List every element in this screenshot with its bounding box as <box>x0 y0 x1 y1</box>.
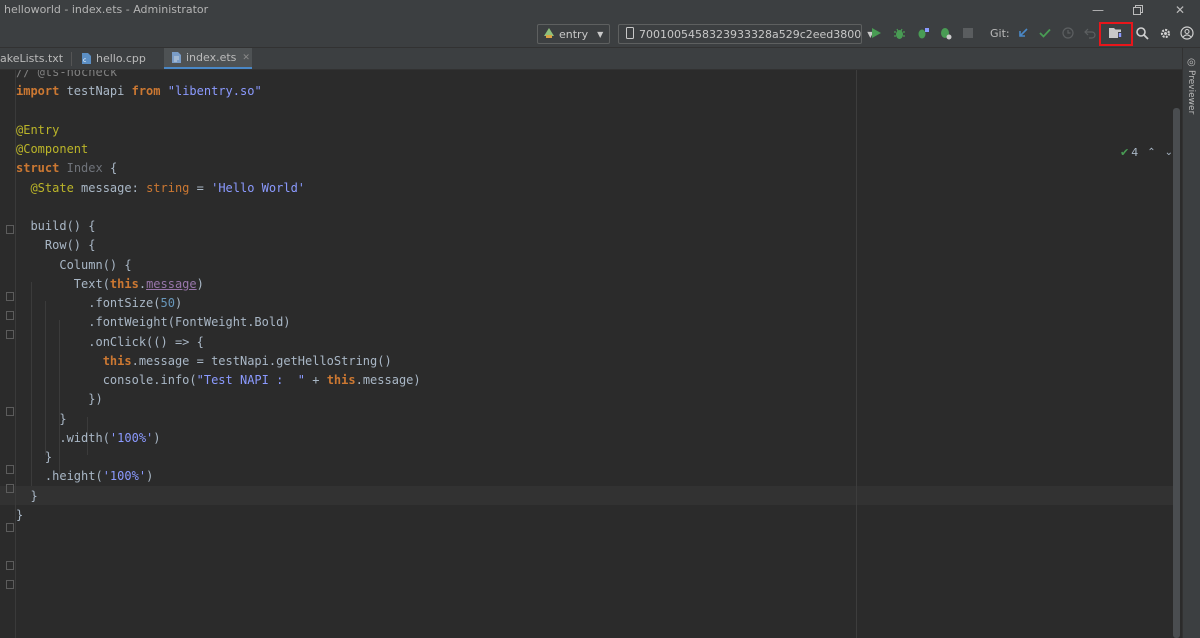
code-content: // @ts-nocheck import testNapi from "libe… <box>16 70 421 525</box>
code-editor[interactable]: // @ts-nocheck import testNapi from "libe… <box>0 70 1182 638</box>
git-rollback-icon[interactable] <box>1082 25 1098 41</box>
tab-label: hello.cpp <box>96 52 146 65</box>
account-icon[interactable] <box>1179 25 1195 41</box>
code-line: .width('100%') <box>16 430 161 445</box>
stop-icon[interactable] <box>960 25 976 41</box>
attach-debugger-icon[interactable] <box>914 25 930 41</box>
close-icon[interactable]: ✕ <box>1162 0 1198 20</box>
chevron-down-icon: ▼ <box>597 29 604 39</box>
code-line: Column() { <box>16 257 132 272</box>
code-line: @Entry <box>16 122 60 137</box>
fold-marker[interactable] <box>6 523 14 532</box>
settings-icon[interactable] <box>1157 25 1173 41</box>
module-selector-label: entry <box>559 27 589 41</box>
chevron-up-icon[interactable]: ⌃ <box>1147 147 1155 158</box>
tab-hello-cpp[interactable]: c hello.cpp <box>82 48 160 69</box>
code-line: @Component <box>16 142 89 156</box>
code-line: } <box>16 488 38 503</box>
module-selector[interactable]: entry ▼ <box>537 24 610 44</box>
code-line: Text(this.message) <box>16 276 204 291</box>
code-line: @State message: string = 'Hello World' <box>30 180 306 195</box>
code-line: this.message = testNapi.getHelloString() <box>102 353 392 368</box>
device-selector-label: 7001005458323933328a529c2eed3800 <box>639 27 862 41</box>
fold-marker[interactable] <box>6 225 14 234</box>
window-title: helloworld - index.ets - Administrator <box>4 3 209 16</box>
minimize-icon[interactable]: — <box>1080 0 1116 20</box>
git-history-icon[interactable] <box>1060 25 1076 41</box>
code-line: import testNapi from "libentry.so" <box>16 84 262 99</box>
git-label: Git: <box>990 27 1010 40</box>
check-icon: ✔ <box>1120 146 1130 159</box>
tab-index-ets[interactable]: index.ets ✕ <box>164 48 252 69</box>
code-line: // @ts-nocheck <box>16 70 118 79</box>
code-line: } <box>16 411 67 426</box>
editor-tab-bar: akeLists.txt c hello.cpp index.ets ✕ <box>0 48 1182 70</box>
tab-cmakelists[interactable]: akeLists.txt <box>0 48 78 69</box>
phone-icon <box>626 26 634 42</box>
fold-marker[interactable] <box>6 407 14 416</box>
fold-marker[interactable] <box>6 465 14 474</box>
code-line: struct Index { <box>16 161 118 176</box>
git-update-icon[interactable] <box>1015 25 1031 41</box>
inspection-count: 4 <box>1131 146 1139 159</box>
inspection-widget[interactable]: ✔ 4 ⌃ ⌄ <box>1120 146 1173 159</box>
code-line: .fontWeight(FontWeight.Bold) <box>16 315 291 330</box>
fold-marker[interactable] <box>6 330 14 339</box>
search-icon[interactable] <box>1134 25 1150 41</box>
device-selector[interactable]: 7001005458323933328a529c2eed3800 ▼ <box>618 24 873 44</box>
previewer-tab[interactable]: Previewer <box>1186 70 1196 114</box>
right-margin-guide <box>856 70 857 638</box>
profile-icon[interactable] <box>937 25 953 41</box>
ets-file-icon <box>172 52 181 63</box>
main-toolbar: entry ▼ 7001005458323933328a529c2eed3800… <box>0 20 1200 48</box>
code-line: console.info("Test NAPI : " + this.messa… <box>16 373 421 387</box>
title-bar: helloworld - index.ets - Administrator —… <box>0 0 1200 20</box>
highlight-box <box>1099 22 1133 46</box>
code-line: build() { <box>16 219 96 233</box>
cpp-file-icon: c <box>82 53 91 64</box>
fold-marker[interactable] <box>6 580 14 589</box>
right-tool-window-bar: ◎ Previewer <box>1182 48 1200 638</box>
module-icon <box>543 27 555 42</box>
git-commit-icon[interactable] <box>1037 25 1053 41</box>
editor-scrollbar[interactable] <box>1173 108 1180 638</box>
tab-divider <box>71 51 73 66</box>
debug-icon[interactable] <box>891 25 907 41</box>
chevron-down-icon[interactable]: ⌄ <box>1165 147 1173 158</box>
previewer-icon: ◎ <box>1187 57 1196 68</box>
code-line: Row() { <box>16 238 96 253</box>
code-line: .fontSize(50) <box>16 296 183 310</box>
restore-icon[interactable] <box>1120 0 1156 20</box>
fold-marker[interactable] <box>6 292 14 301</box>
fold-marker[interactable] <box>6 561 14 570</box>
code-line: } <box>16 507 24 522</box>
tab-label: index.ets <box>186 51 237 64</box>
code-line: }) <box>16 392 103 407</box>
fold-marker[interactable] <box>6 311 14 320</box>
tab-label: akeLists.txt <box>0 52 64 65</box>
svg-text:c: c <box>83 57 86 64</box>
code-line: .onClick(() => { <box>16 334 204 349</box>
close-tab-icon[interactable]: ✕ <box>242 53 250 63</box>
fold-marker[interactable] <box>6 484 14 493</box>
run-icon[interactable] <box>868 25 884 41</box>
code-line: } <box>16 450 53 464</box>
code-line: .height('100%') <box>16 469 154 484</box>
